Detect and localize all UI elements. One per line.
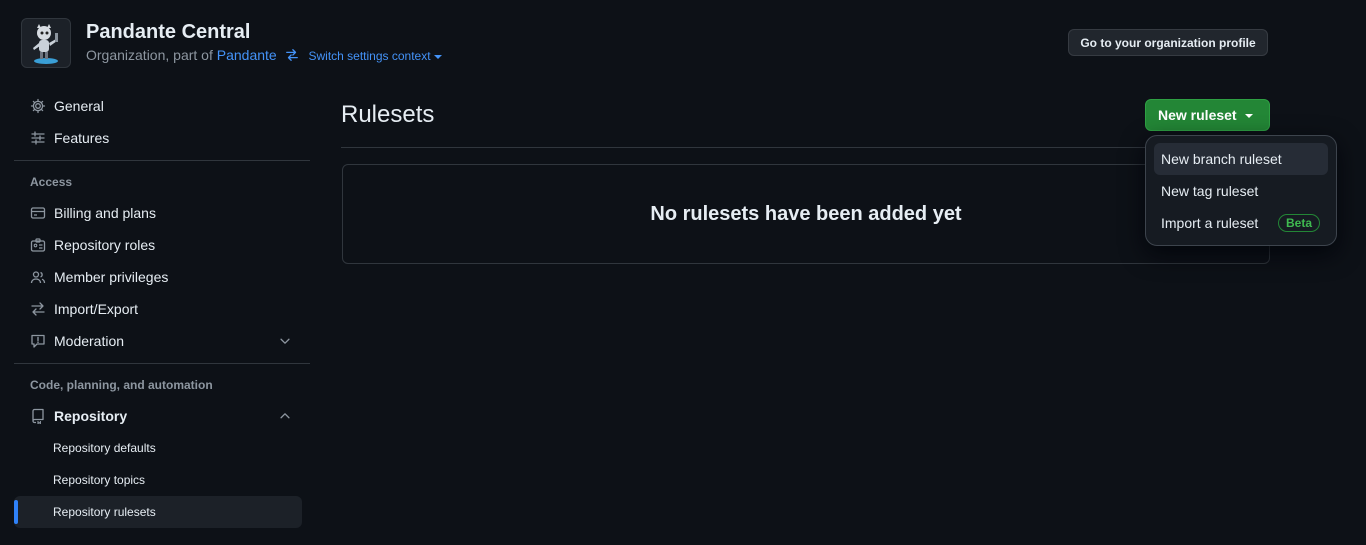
sidebar-subitem-repository-defaults[interactable]: Repository defaults — [14, 432, 302, 464]
sidebar-item-label: Billing and plans — [54, 205, 156, 221]
sidebar-item-label: Features — [54, 130, 110, 146]
org-subtitle: Organization, part of Pandante Switch se… — [86, 47, 442, 63]
arrow-switch-icon — [30, 301, 46, 317]
id-badge-icon — [30, 237, 46, 253]
page-title: Rulesets — [341, 101, 435, 128]
beta-badge: Beta — [1277, 214, 1320, 232]
org-avatar[interactable] — [21, 18, 71, 68]
report-icon — [30, 333, 46, 349]
menu-item-import-ruleset[interactable]: Import a ruleset Beta — [1154, 207, 1328, 239]
menu-item-new-tag-ruleset[interactable]: New tag ruleset — [1154, 175, 1328, 207]
sidebar-item-repository-roles[interactable]: Repository roles — [14, 229, 310, 261]
sidebar-item-features[interactable]: Features — [14, 122, 310, 154]
sidebar-item-general[interactable]: General — [14, 90, 310, 122]
sidebar-divider — [14, 160, 310, 161]
sidebar-divider — [14, 363, 310, 364]
sidebar-item-label: Repository — [54, 408, 128, 424]
switch-context-label: Switch settings context — [308, 49, 431, 63]
sidebar-subitem-repository-topics[interactable]: Repository topics — [14, 464, 302, 496]
sidebar-item-import-export[interactable]: Import/Export — [14, 293, 310, 325]
sidebar-item-label: Import/Export — [54, 301, 139, 317]
menu-item-new-branch-ruleset[interactable]: New branch ruleset — [1154, 143, 1328, 175]
org-header: Pandante Central Organization, part of P… — [0, 0, 1366, 80]
go-to-org-profile-button[interactable]: Go to your organization profile — [1068, 29, 1268, 56]
sidebar-section-code-planning: Code, planning, and automation — [30, 378, 213, 392]
sidebar-item-label: Member privileges — [54, 269, 169, 285]
people-icon — [30, 269, 46, 285]
org-subtitle-prefix: Organization, part of — [86, 47, 213, 63]
new-ruleset-label: New ruleset — [1158, 107, 1237, 123]
sidebar-item-repository[interactable]: Repository — [14, 400, 310, 432]
arrow-switch-icon — [285, 47, 299, 63]
settings-sidebar: General Features Access Billing and plan… — [14, 90, 310, 528]
parent-org-link[interactable]: Pandante — [217, 47, 277, 63]
sidebar-subitem-repository-rulesets[interactable]: Repository rulesets — [14, 496, 302, 528]
caret-down-icon — [433, 54, 442, 59]
credit-card-icon — [30, 205, 46, 221]
new-ruleset-dropdown-menu: New branch ruleset New tag ruleset Impor… — [1145, 135, 1337, 246]
sidebar-section-access: Access — [30, 175, 73, 189]
menu-item-label: New tag ruleset — [1161, 183, 1259, 199]
sidebar-item-label: Repository roles — [54, 237, 156, 253]
chevron-down-icon[interactable] — [278, 334, 292, 348]
empty-state: No rulesets have been added yet — [342, 164, 1270, 264]
sidebar-item-label: Moderation — [54, 333, 125, 349]
new-ruleset-button[interactable]: New ruleset — [1145, 99, 1270, 131]
title-divider — [341, 147, 1270, 148]
caret-down-icon — [1245, 114, 1253, 118]
octocat-avatar-icon — [33, 24, 58, 64]
gear-icon — [30, 98, 46, 114]
repo-icon — [30, 408, 46, 424]
menu-item-label: Import a ruleset — [1161, 215, 1259, 231]
switch-settings-context-button[interactable]: Switch settings context — [308, 49, 442, 63]
sidebar-item-billing[interactable]: Billing and plans — [14, 197, 310, 229]
chevron-up-icon[interactable] — [278, 409, 292, 423]
sidebar-item-moderation[interactable]: Moderation — [14, 325, 310, 357]
org-name: Pandante Central — [86, 21, 251, 43]
sliders-icon — [30, 130, 46, 146]
empty-state-message: No rulesets have been added yet — [650, 202, 962, 225]
sidebar-item-member-privileges[interactable]: Member privileges — [14, 261, 310, 293]
menu-item-label: New branch ruleset — [1161, 151, 1282, 167]
sidebar-item-label: General — [54, 98, 104, 114]
